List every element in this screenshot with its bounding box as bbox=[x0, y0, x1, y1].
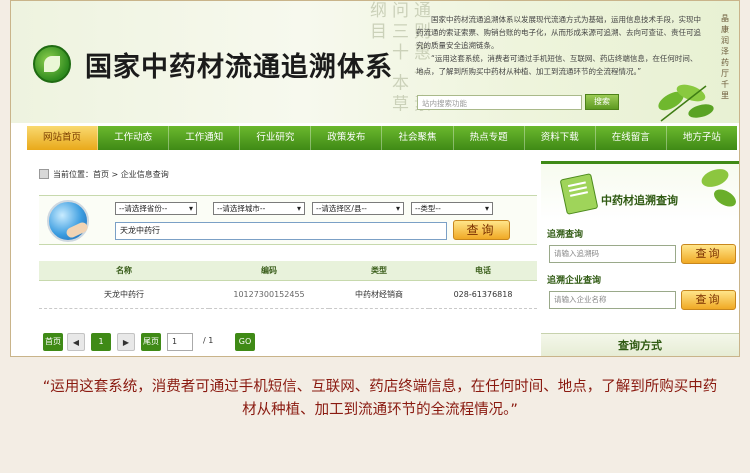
query-form: --请选择省份-- --请选择城市-- --请选择区/县-- --类型-- 天龙… bbox=[39, 195, 537, 245]
district-select[interactable]: --请选择区/县-- bbox=[312, 202, 404, 215]
query-method-heading[interactable]: 查询方式 bbox=[541, 333, 739, 356]
nav-messages[interactable]: 在线留言 bbox=[596, 126, 667, 150]
breadcrumb: 当前位置：首页 > 企业信息查询 bbox=[39, 169, 169, 180]
query-button[interactable]: 查询 bbox=[453, 220, 510, 240]
notebook-icon bbox=[559, 173, 599, 215]
cell-phone: 028-61376818 bbox=[429, 280, 537, 309]
trace-query-sidebar: 中药材追溯查询 追溯查询 请输入追溯码 查询 追溯企业查询 请输入企业名称 查询… bbox=[541, 161, 739, 356]
cell-name[interactable]: 天龙中药行 bbox=[39, 280, 209, 309]
go-button[interactable]: GO bbox=[235, 333, 255, 351]
trace-query-header: 中药材追溯查询 bbox=[541, 161, 739, 221]
cell-type: 中药材经销商 bbox=[329, 280, 429, 309]
next-page-button[interactable]: ▶ bbox=[117, 333, 135, 351]
nav-social-focus[interactable]: 社会聚焦 bbox=[382, 126, 454, 150]
type-select[interactable]: --类型-- bbox=[411, 202, 493, 215]
page-total: / 1 bbox=[203, 336, 214, 345]
current-page-button[interactable]: 1 bbox=[91, 333, 111, 351]
breadcrumb-separator: > bbox=[109, 170, 121, 179]
nav-work-notices[interactable]: 工作通知 bbox=[169, 126, 241, 150]
pagination: 首页 ◀ 1 ▶ 尾页 1 / 1 GO bbox=[39, 333, 537, 353]
caption-quote: “运用这套系统，消费者可通过手机短信、互联网、药店终端信息，在任何时间、地点，了… bbox=[42, 379, 718, 418]
breadcrumb-current: 企业信息查询 bbox=[120, 170, 169, 179]
trace-code-label: 追溯查询 bbox=[547, 230, 584, 240]
header-banner: 通则惠一 素问三十 本草纲目 国家中药材流通追溯体系 国家中药材流通追溯体系以发… bbox=[11, 1, 739, 123]
breadcrumb-prefix: 当前位置： bbox=[53, 170, 93, 179]
vertical-brand-text: 晶康润泽 药厅千里 bbox=[721, 14, 729, 100]
site-search-input[interactable]: 站内搜索功能 bbox=[417, 95, 582, 110]
site-search-button[interactable]: 搜索 bbox=[585, 94, 619, 110]
prev-page-button[interactable]: ◀ bbox=[67, 333, 85, 351]
location-icon bbox=[39, 169, 49, 179]
table-row[interactable]: 天龙中药行 10127300152455 中药材经销商 028-61376818 bbox=[39, 280, 537, 309]
site-logo-icon[interactable] bbox=[33, 45, 71, 83]
column-header-type: 类型 bbox=[329, 261, 429, 281]
table-header-row: 名称 编码 类型 电话 bbox=[39, 261, 537, 281]
trace-code-query-button[interactable]: 查询 bbox=[681, 244, 736, 264]
site-title[interactable]: 国家中药材流通追溯体系 bbox=[85, 45, 393, 84]
nav-hot-topics[interactable]: 热点专题 bbox=[454, 126, 525, 150]
city-select[interactable]: --请选择城市-- bbox=[213, 202, 305, 215]
page-number-input[interactable]: 1 bbox=[167, 333, 193, 351]
keyword-input[interactable]: 天龙中药行 bbox=[115, 222, 447, 240]
company-name-input[interactable]: 请输入企业名称 bbox=[549, 291, 676, 309]
leaf-decoration-icon bbox=[701, 169, 736, 207]
first-page-button[interactable]: 首页 bbox=[43, 333, 63, 351]
nav-local-sites[interactable]: 地方子站 bbox=[667, 126, 737, 150]
cell-code: 10127300152455 bbox=[209, 280, 329, 309]
nav-work-news[interactable]: 工作动态 bbox=[98, 126, 170, 150]
leaves-decoration-icon bbox=[658, 84, 714, 122]
trace-code-input[interactable]: 请输入追溯码 bbox=[549, 245, 676, 263]
main-nav: 网站首页 工作动态 工作通知 行业研究 政策发布 社会聚焦 热点专题 资料下载 … bbox=[27, 126, 737, 150]
page-frame: 通则惠一 素问三十 本草纲目 国家中药材流通追溯体系 国家中药材流通追溯体系以发… bbox=[10, 0, 740, 357]
intro-paragraph-1: 国家中药材流通追溯体系以发展现代流通方式为基础，运用信息技术手段，实现中药流通的… bbox=[416, 15, 701, 50]
column-header-code: 编码 bbox=[209, 261, 329, 281]
breadcrumb-home[interactable]: 首页 bbox=[93, 170, 109, 179]
last-page-button[interactable]: 尾页 bbox=[141, 333, 161, 351]
nav-downloads[interactable]: 资料下载 bbox=[525, 126, 596, 150]
nav-policy[interactable]: 政策发布 bbox=[311, 126, 383, 150]
intro-text: 国家中药材流通追溯体系以发展现代流通方式为基础，运用信息技术手段，实现中药流通的… bbox=[416, 13, 704, 78]
result-table: 名称 编码 类型 电话 天龙中药行 10127300152455 中药材经销商 … bbox=[39, 261, 537, 309]
province-select[interactable]: --请选择省份-- bbox=[115, 202, 197, 215]
trace-query-title: 中药材追溯查询 bbox=[601, 194, 678, 207]
company-query-button[interactable]: 查询 bbox=[681, 290, 736, 310]
nav-industry-research[interactable]: 行业研究 bbox=[240, 126, 312, 150]
enterprise-query-panel: 当前位置：首页 > 企业信息查询 --请选择省份-- --请选择城市-- --请… bbox=[39, 161, 537, 356]
company-query-label: 追溯企业查询 bbox=[547, 276, 602, 286]
column-header-phone: 电话 bbox=[429, 261, 537, 281]
column-header-name: 名称 bbox=[39, 261, 209, 281]
nav-home[interactable]: 网站首页 bbox=[27, 126, 99, 150]
